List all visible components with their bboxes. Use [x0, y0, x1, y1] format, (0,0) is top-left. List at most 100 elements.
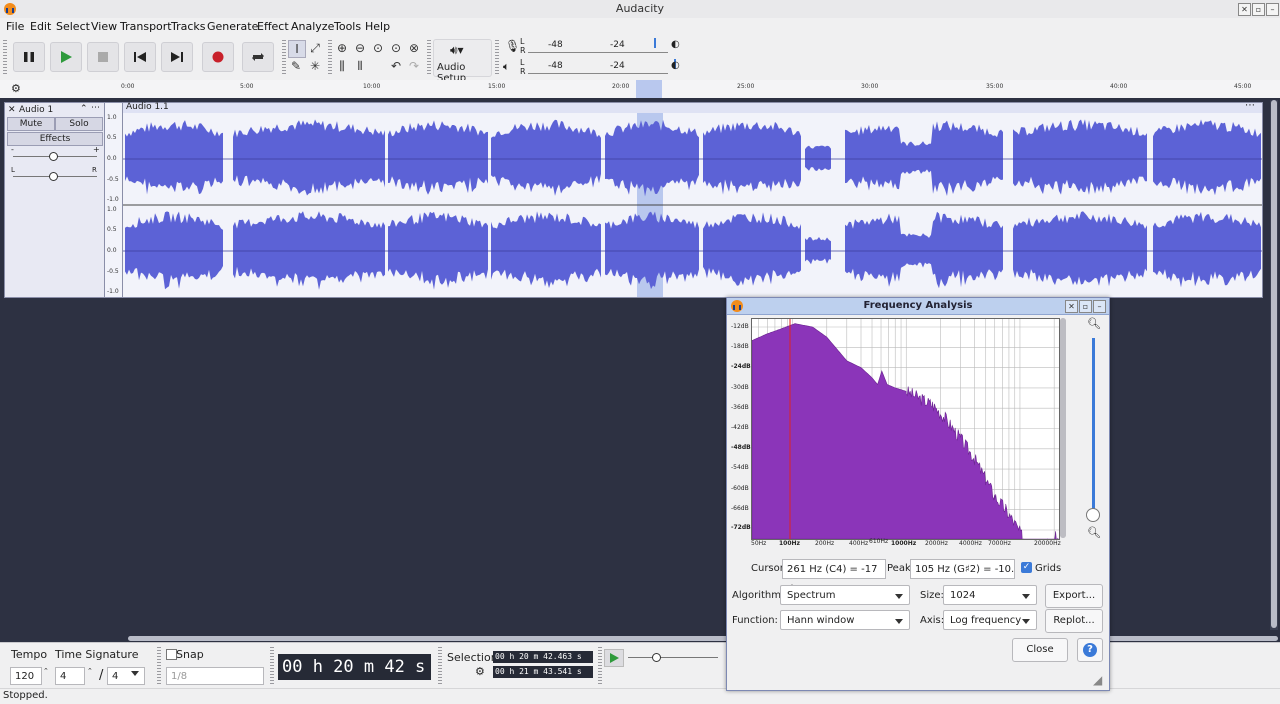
selection-start-time[interactable]: 00 h 20 m 42.463 s	[493, 651, 593, 663]
selection-tool-icon[interactable]: I	[288, 40, 306, 58]
trim-outside-icon[interactable]: ⫼	[334, 58, 350, 74]
menu-select[interactable]: Select	[56, 20, 90, 33]
vertical-scrollbar[interactable]	[1270, 100, 1278, 630]
toolbar-grip[interactable]	[427, 40, 431, 76]
tempo-input[interactable]: 120	[10, 667, 42, 685]
draw-tool-icon[interactable]: ✎	[288, 58, 304, 74]
record-meter[interactable]: -48 -24	[528, 38, 668, 53]
redo-icon[interactable]: ↷	[406, 58, 422, 74]
numerator-stepper-icon[interactable]: ⌃	[87, 667, 93, 675]
meter-options-icon[interactable]: ◐	[671, 39, 680, 50]
zoom-toggle-icon[interactable]: ⊗	[406, 40, 422, 56]
waveform-display[interactable]	[123, 113, 1262, 297]
clip-menu-icon[interactable]: ⋯	[1245, 100, 1255, 111]
audio-setup-button[interactable]: 🔊︎▾ Audio Setup	[433, 39, 492, 84]
resize-grip-icon[interactable]: ◢	[1093, 673, 1102, 687]
collapse-track-icon[interactable]: ⌃	[80, 104, 88, 114]
pan-slider-thumb[interactable]	[49, 172, 58, 181]
fit-selection-icon[interactable]: ⊙	[370, 40, 386, 56]
waveform-vertical-scale[interactable]: 1.0 0.5 0.0 -0.5 -1.0 1.0 0.5 0.0 -0.5 -…	[104, 102, 124, 298]
menu-view[interactable]: View	[91, 20, 117, 33]
stop-button[interactable]	[87, 42, 119, 72]
play-button[interactable]	[50, 42, 82, 72]
menu-edit[interactable]: Edit	[30, 20, 51, 33]
clip-header[interactable]: Audio 1.1 ⋯	[123, 100, 1262, 113]
zoom-out-icon[interactable]: ⊖	[352, 40, 368, 56]
record-button[interactable]	[202, 42, 234, 72]
plot-scrollbar[interactable]	[1060, 318, 1066, 538]
snap-dropdown[interactable]: 1/8	[166, 667, 264, 685]
algorithm-dropdown[interactable]: Spectrum	[780, 585, 910, 605]
time-signature-denominator[interactable]: 4	[107, 667, 145, 685]
menu-effect[interactable]: Effect	[257, 20, 289, 33]
loop-button[interactable]	[242, 42, 274, 72]
zoom-slider-track[interactable]	[1092, 338, 1095, 518]
meter-options-icon[interactable]: ◐	[671, 60, 680, 71]
time-display[interactable]: 00 h 20 m 42 s	[278, 654, 431, 680]
toolbar-grip[interactable]	[328, 40, 332, 76]
zoom-slider-thumb[interactable]	[1086, 508, 1100, 522]
playback-meter[interactable]: -48 -24	[528, 59, 676, 74]
zoom-in-icon[interactable]: ⊕	[334, 40, 350, 56]
spectrum-plot[interactable]	[751, 318, 1060, 540]
replot-button[interactable]: Replot...	[1045, 609, 1103, 633]
multi-tool-icon[interactable]: ✳	[307, 58, 323, 74]
menu-file[interactable]: File	[6, 20, 24, 33]
toolbar-grip[interactable]	[270, 647, 274, 685]
menu-analyze[interactable]: Analyze	[291, 20, 334, 33]
grids-checkbox[interactable]: ✓	[1021, 562, 1032, 573]
mute-button[interactable]: Mute	[7, 117, 55, 131]
menu-tracks[interactable]: Tracks	[171, 20, 206, 33]
close-button[interactable]: Close	[1012, 638, 1068, 662]
help-button[interactable]: ?	[1077, 638, 1103, 662]
dialog-minimize-button[interactable]: –	[1093, 300, 1106, 313]
pause-button[interactable]	[13, 42, 45, 72]
close-track-icon[interactable]: ✕	[8, 105, 16, 115]
size-dropdown[interactable]: 1024	[943, 585, 1037, 605]
selection-options-icon[interactable]: ⚙	[475, 665, 485, 678]
vertical-scrollbar-thumb[interactable]	[1271, 100, 1277, 628]
skip-to-start-button[interactable]	[124, 42, 156, 72]
envelope-tool-icon[interactable]: ⤢	[307, 40, 323, 56]
denominator-dropdown-icon[interactable]	[131, 671, 139, 676]
skip-to-end-button[interactable]	[161, 42, 193, 72]
toolbar-grip[interactable]	[157, 647, 161, 685]
plot-scrollbar-thumb[interactable]	[1060, 318, 1066, 538]
selection-end-time[interactable]: 00 h 21 m 43.541 s	[493, 666, 593, 678]
undo-icon[interactable]: ↶	[388, 58, 404, 74]
toolbar-grip[interactable]	[495, 40, 499, 76]
zoom-in-icon[interactable]: 🔍︎	[1087, 317, 1101, 330]
track-name[interactable]: Audio 1	[19, 105, 53, 115]
menu-transport[interactable]: Transport	[120, 20, 172, 33]
timeline-options-icon[interactable]: ⚙	[11, 82, 21, 95]
toolbar-grip[interactable]	[438, 647, 442, 685]
export-button[interactable]: Export...	[1045, 584, 1103, 608]
timeline-ruler[interactable]: ⚙ 0:00 5:00 10:00 15:00 20:00 25:00 30:0…	[0, 80, 1280, 99]
track-control-panel[interactable]: ✕ Audio 1 ⌃ ⋯ Mute Solo Effects - + L R	[4, 102, 106, 298]
effects-button[interactable]: Effects	[7, 132, 103, 146]
solo-button[interactable]: Solo	[55, 117, 103, 131]
menu-help[interactable]: Help	[365, 20, 390, 33]
toolbar-grip[interactable]	[598, 647, 602, 685]
track-menu-icon[interactable]: ⋯	[91, 103, 100, 113]
time-signature-numerator[interactable]: 4	[55, 667, 85, 685]
menu-tools[interactable]: Tools	[334, 20, 361, 33]
playback-speaker-icon[interactable]: 🔈︎	[503, 60, 510, 74]
close-window-button[interactable]: ✕	[1238, 3, 1251, 16]
maximize-window-button[interactable]: ▫	[1252, 3, 1265, 16]
dialog-maximize-button[interactable]: ▫	[1079, 300, 1092, 313]
toolbar-grip[interactable]	[282, 40, 286, 76]
minimize-window-button[interactable]: –	[1266, 3, 1279, 16]
playback-speed-slider-thumb[interactable]	[652, 653, 661, 662]
microphone-icon[interactable]: 🎙︎	[505, 39, 520, 53]
tempo-stepper-icon[interactable]: ⌃	[43, 667, 49, 675]
silence-selection-icon[interactable]: ⫴	[352, 58, 368, 74]
axis-dropdown[interactable]: Log frequency	[943, 610, 1037, 630]
dialog-title-bar[interactable]: Frequency Analysis ✕ ▫ –	[727, 298, 1109, 315]
menu-generate[interactable]: Generate	[207, 20, 258, 33]
waveform-clip[interactable]: Audio 1.1 ⋯	[122, 100, 1263, 298]
playback-speed-slider-track[interactable]	[628, 657, 718, 658]
toolbar-grip[interactable]	[3, 40, 7, 76]
gain-slider-thumb[interactable]	[49, 152, 58, 161]
function-dropdown[interactable]: Hann window	[780, 610, 910, 630]
